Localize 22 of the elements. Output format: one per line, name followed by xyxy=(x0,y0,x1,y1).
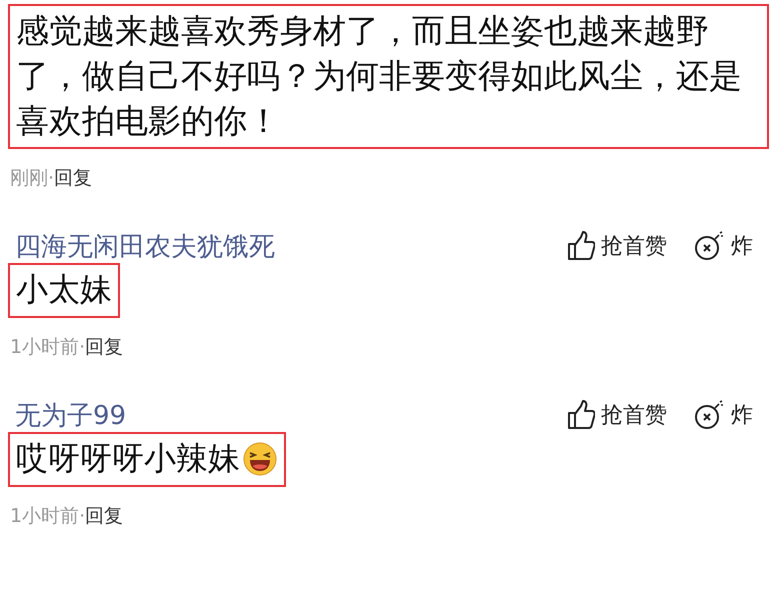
separator-dot: · xyxy=(48,167,54,189)
bomb-icon xyxy=(693,400,725,430)
comment-text: 感觉越来越喜欢秀身材了，而且坐姿也越来越野了，做自己不好吗？为何非要变得如此风尘，还是喜欢拍电影的你！ xyxy=(8,4,769,149)
timestamp: 刚刚 xyxy=(10,166,48,191)
username[interactable]: 四海无闲田农夫犹饿死 xyxy=(15,228,275,264)
reply-link[interactable]: 回复 xyxy=(85,334,124,360)
separator-dot: · xyxy=(79,336,86,358)
bomb-icon xyxy=(693,231,725,261)
like-button[interactable]: 抢首赞 xyxy=(567,231,667,261)
reply-link[interactable]: 回复 xyxy=(85,503,124,529)
timestamp: 1小时前 xyxy=(10,504,80,529)
separator-dot: · xyxy=(79,505,86,527)
bomb-button[interactable]: 炸 xyxy=(693,400,753,430)
username[interactable]: 无为子99 xyxy=(15,398,126,432)
thumbs-up-icon xyxy=(567,231,595,261)
comment-text: 哎呀呀呀小辣妹 xyxy=(8,432,286,487)
comment-text: 小太妹 xyxy=(8,263,120,318)
reply-link[interactable]: 回复 xyxy=(54,165,92,191)
timestamp: 1小时前 xyxy=(10,335,80,360)
thumbs-up-icon xyxy=(567,400,595,430)
bomb-button[interactable]: 炸 xyxy=(693,231,753,261)
like-button[interactable]: 抢首赞 xyxy=(567,400,667,430)
